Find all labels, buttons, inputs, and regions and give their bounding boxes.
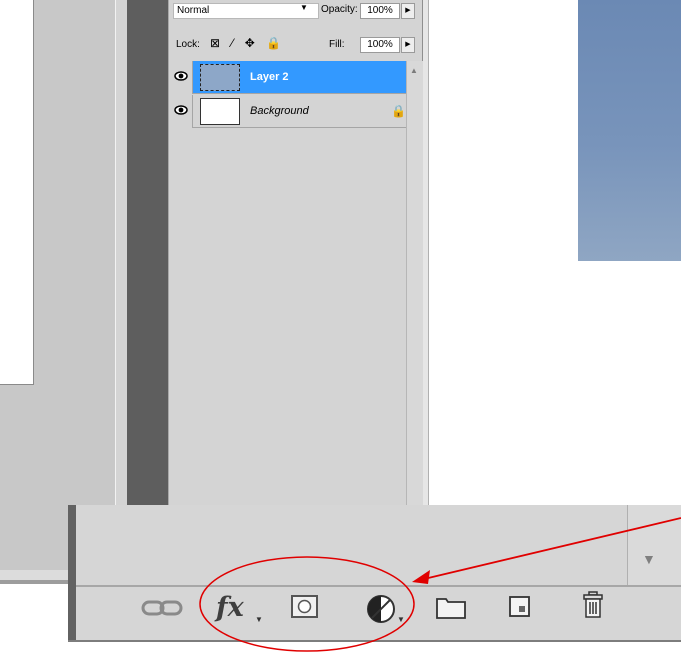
annotation-ellipse [199, 556, 415, 652]
opacity-label: Opacity: [321, 4, 358, 15]
layer-thumbnail [200, 64, 240, 91]
layers-scrollbar[interactable]: ▲ [406, 61, 423, 505]
panel-dock-bar [127, 0, 168, 505]
lock-icon: 🔒 [391, 104, 406, 118]
scroll-up-icon[interactable]: ▲ [410, 66, 418, 75]
document-page [0, 0, 34, 385]
layer-row[interactable]: Background 🔒 [169, 95, 406, 128]
eye-icon[interactable] [169, 61, 193, 94]
link-layers-icon[interactable] [140, 592, 184, 624]
canvas-lower-edge [0, 570, 68, 580]
opacity-input[interactable]: 100% [360, 3, 400, 19]
layer-name[interactable]: Layer 2 [250, 71, 289, 83]
layer-name[interactable]: Background [250, 105, 309, 117]
opacity-slider-button[interactable]: ▶ [401, 3, 415, 19]
blend-mode-value: Normal [177, 5, 210, 16]
annotation-arrow [412, 517, 681, 584]
fill-input[interactable]: 100% [360, 37, 400, 53]
panel-gutter [115, 0, 127, 505]
eye-icon[interactable] [169, 95, 193, 128]
panel-dock-bar-zoomed [68, 505, 76, 641]
lock-label: Lock: [176, 39, 200, 50]
layer-thumbnail [200, 98, 240, 125]
chevron-down-icon[interactable]: ▼ [300, 3, 308, 12]
lock-options-icon[interactable]: ⊠ ⁄ ✥ 🔒 [210, 36, 285, 50]
new-group-icon[interactable] [435, 595, 467, 620]
delete-layer-icon[interactable] [580, 590, 606, 620]
canvas-bottom-divider [0, 580, 68, 584]
blend-mode-select[interactable]: Normal [173, 3, 319, 19]
photo-canvas [578, 0, 681, 261]
panel-outer-edge [423, 0, 429, 505]
fill-slider-button[interactable]: ▶ [401, 37, 415, 53]
new-layer-icon[interactable] [508, 594, 532, 618]
layer-row[interactable]: Layer 2 [169, 61, 406, 94]
fill-label: Fill: [329, 39, 345, 50]
layers-panel: Normal ▼ Opacity: 100% ▶ Lock: ⊠ ⁄ ✥ 🔒 F… [168, 0, 423, 505]
